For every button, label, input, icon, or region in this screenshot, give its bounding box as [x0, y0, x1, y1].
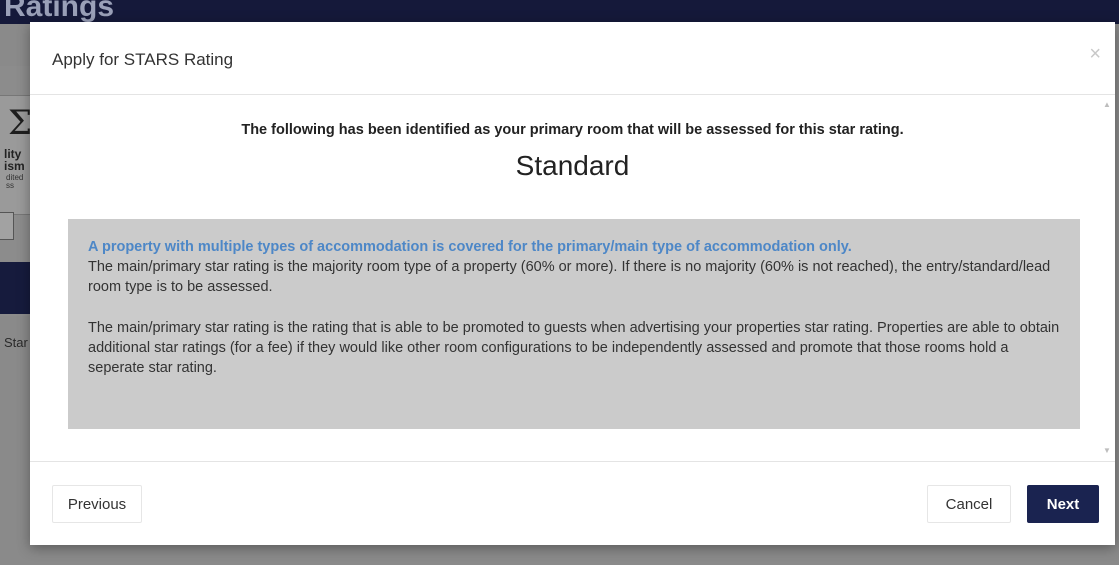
info-box: A property with multiple types of accomm… [68, 219, 1080, 429]
modal-body: The following has been identified as you… [30, 95, 1115, 461]
background-dark-button [0, 262, 30, 314]
background-input [0, 212, 14, 240]
modal-header: Apply for STARS Rating × [30, 22, 1115, 95]
modal-title: Apply for STARS Rating [52, 50, 234, 69]
cancel-button[interactable]: Cancel [927, 485, 1011, 523]
info-paragraph-1: The main/primary star rating is the majo… [88, 259, 1051, 295]
background-header: Ratings [0, 0, 1119, 24]
next-button[interactable]: Next [1027, 485, 1099, 523]
modal-scrollbar[interactable]: ▲ ▼ [1099, 95, 1115, 461]
close-icon[interactable]: × [1089, 44, 1101, 64]
background-logo-small-text: dited ss [6, 174, 23, 190]
logo-small-line-2: ss [6, 181, 14, 190]
quality-tourism-logo-icon: Σ [8, 103, 33, 143]
scroll-up-arrow-icon[interactable]: ▲ [1103, 101, 1111, 109]
info-paragraph-2: The main/primary star rating is the rati… [88, 320, 1060, 376]
background-logo-text: lity ism [4, 148, 25, 172]
scroll-down-arrow-icon[interactable]: ▼ [1103, 447, 1111, 455]
logo-text-line-2: ism [4, 159, 25, 173]
background-page-title: Ratings [4, 0, 115, 23]
apply-stars-rating-modal: Apply for STARS Rating × The following h… [30, 22, 1115, 545]
primary-room-type: Standard [515, 150, 630, 181]
primary-room-intro: The following has been identified as you… [241, 122, 904, 138]
previous-button[interactable]: Previous [52, 485, 142, 523]
info-lead-text: A property with multiple types of accomm… [88, 239, 852, 255]
modal-footer: Previous Cancel Next [30, 461, 1115, 546]
background-star-label: Star [4, 335, 28, 350]
